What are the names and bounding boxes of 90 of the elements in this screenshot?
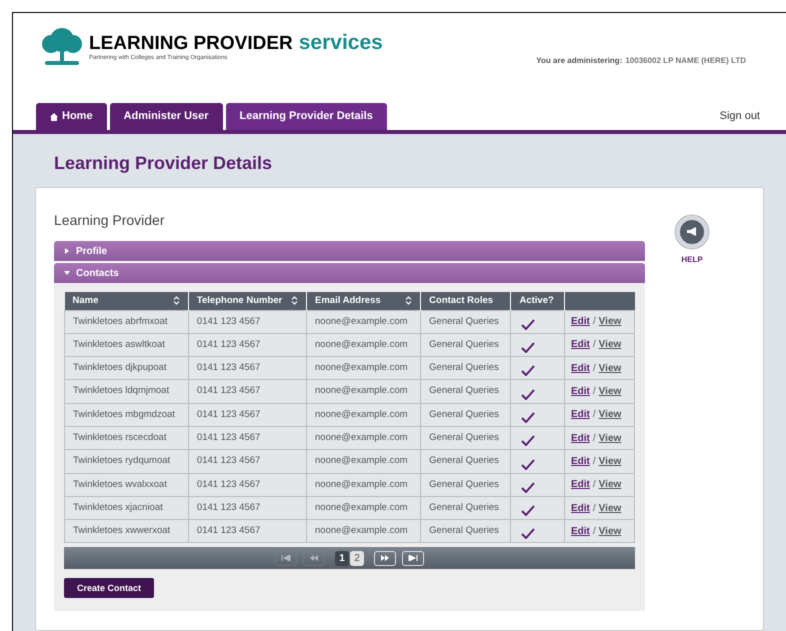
previous-page-icon [309,555,319,562]
nav-tab[interactable]: Home [36,103,107,130]
separator-text: / [592,478,596,492]
name-cell: Twinkletoes mbgmdzoat [64,403,188,426]
phone-cell: 0141 123 4567 [188,520,306,543]
roles-cell: General Queries [420,380,511,404]
email-cell: noone@example.com [306,473,421,496]
view-link[interactable]: View [598,500,622,516]
last-page-icon [408,555,418,562]
separator-text: / [592,315,596,330]
sort-icon [405,296,412,306]
edit-link[interactable]: Edit [571,477,590,492]
sort-icon [291,296,298,306]
phone-cell: 0141 123 4567 [188,403,306,426]
roles-cell: General Queries [420,520,511,543]
column-header[interactable]: Name [64,292,188,310]
edit-link[interactable]: Edit [571,500,590,516]
name-cell: Twinkletoes xwwerxoat [64,520,188,543]
email-cell: noone@example.com [306,380,421,404]
name-cell: Twinkletoes abrfmxoat [64,310,188,334]
view-link[interactable]: View [598,314,622,330]
phone-cell: 0141 123 4567 [188,473,306,496]
next-page-button[interactable] [374,550,396,566]
name-cell: Twinkletoes wvalxxoat [64,473,188,496]
edit-link[interactable]: Edit [571,407,590,422]
edit-link[interactable]: Edit [571,384,590,400]
home-icon [50,112,58,121]
separator-text: / [592,502,596,516]
caret-right-icon [64,248,70,254]
accordion-header[interactable]: Profile [54,241,645,261]
create-contact-button[interactable]: Create Contact [64,578,154,598]
accordion-header[interactable]: Contacts [54,263,645,283]
administering-value: 10036002 LP NAME (HERE) LTD [625,55,746,67]
email-cell: noone@example.com [306,520,421,543]
view-link[interactable]: View [598,337,622,352]
caret-down-icon [64,270,70,276]
column-header: Contact Roles [420,292,511,310]
logo-accent: services [298,32,383,52]
edit-link[interactable]: Edit [571,360,590,376]
roles-cell: General Queries [420,310,511,334]
phone-cell: 0141 123 4567 [188,450,306,474]
page-number-button[interactable]: 2 [350,550,364,566]
view-link[interactable]: View [598,477,622,492]
column-header [564,292,634,310]
phone-cell: 0141 123 4567 [188,310,306,334]
first-page-icon [281,555,291,562]
edit-link[interactable]: Edit [571,454,590,469]
section-title: Learning Provider [54,211,166,230]
separator-text: / [592,338,596,352]
column-header: Active? [510,292,564,310]
view-link[interactable]: View [598,454,622,469]
view-link[interactable]: View [598,384,622,400]
email-cell: noone@example.com [306,310,421,334]
separator-text: / [592,432,596,446]
column-header[interactable]: Email Address [306,292,421,310]
roles-cell: General Queries [420,473,511,496]
next-page-icon [380,555,390,562]
phone-cell: 0141 123 4567 [188,380,306,404]
roles-cell: General Queries [420,450,511,474]
view-link[interactable]: View [598,524,622,539]
separator-text: / [592,362,596,376]
name-cell: Twinkletoes ldqmjmoat [64,380,188,404]
email-cell: noone@example.com [306,450,421,474]
view-link[interactable]: View [598,407,622,422]
tree-logo-icon [39,27,85,67]
page-number-button[interactable]: 1 [335,550,349,566]
last-page-button[interactable] [402,550,424,566]
edit-link[interactable]: Edit [571,524,590,539]
view-link[interactable]: View [598,360,622,376]
edit-link[interactable]: Edit [571,430,590,446]
sign-out-link[interactable]: Sign out [720,108,760,124]
sort-icon [172,296,180,306]
megaphone-icon [674,214,710,250]
page-title: Learning Provider Details [54,152,274,175]
edit-link[interactable]: Edit [571,314,590,330]
separator-text: / [592,385,596,400]
nav-tab[interactable]: Administer User [110,103,223,130]
edit-link[interactable]: Edit [571,337,590,352]
separator-text: / [592,408,596,422]
separator-text: / [592,454,596,469]
separator-text: / [592,524,596,539]
help-button[interactable]: HELP [674,214,710,266]
logo-title: LEARNING PROVIDER [89,34,293,52]
column-header[interactable]: Telephone Number [188,292,306,310]
view-link[interactable]: View [598,430,622,446]
administering-label: You are administering: [536,55,622,67]
name-cell: Twinkletoes rydqumoat [64,450,188,474]
email-cell: noone@example.com [306,403,421,426]
roles-cell: General Queries [420,403,511,426]
nav-tab[interactable]: Learning Provider Details [226,103,387,130]
